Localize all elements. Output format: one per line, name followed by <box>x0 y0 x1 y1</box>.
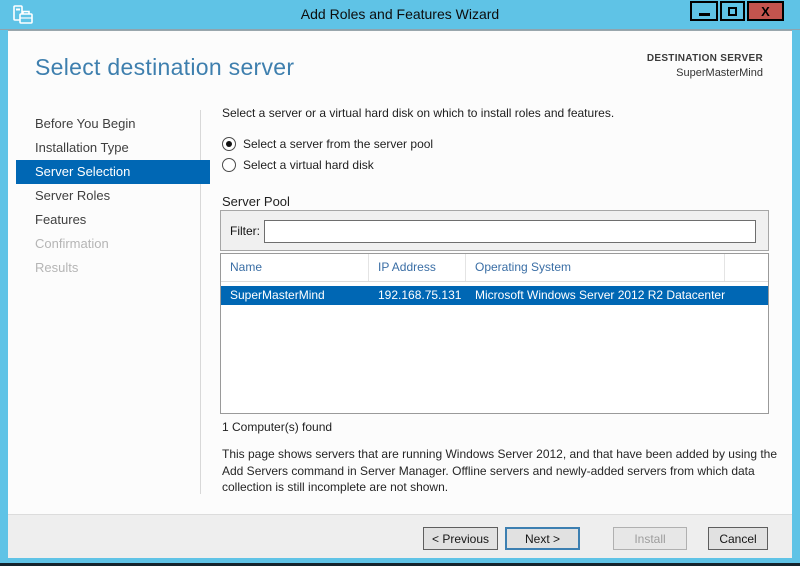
wizard-steps-nav: Before You Begin Installation Type Serve… <box>16 112 210 280</box>
radio-selected-icon <box>222 137 236 151</box>
page-description: This page shows servers that are running… <box>222 447 778 494</box>
radio-unselected-icon <box>222 158 236 172</box>
window-title: Add Roles and Features Wizard <box>300 6 500 22</box>
destination-server-block: DESTINATION SERVER SuperMasterMind <box>647 53 763 79</box>
filter-label: Filter: <box>230 224 260 238</box>
destination-server-label: DESTINATION SERVER <box>646 53 763 64</box>
sidebar-item-before-you-begin[interactable]: Before You Begin <box>16 112 210 136</box>
cell-name: SuperMasterMind <box>230 288 325 302</box>
close-button[interactable]: X <box>747 1 784 21</box>
computers-found-text: 1 Computer(s) found <box>222 420 333 434</box>
minimize-button[interactable] <box>690 1 718 21</box>
destination-server-value: SuperMasterMind <box>676 67 763 79</box>
sidebar-item-confirmation: Confirmation <box>35 236 109 251</box>
titlebar[interactable]: Add Roles and Features Wizard X <box>0 0 800 30</box>
install-button: Install <box>613 527 687 550</box>
sidebar-item-server-selection[interactable]: Server Selection <box>16 160 210 184</box>
sidebar-item-installation-type[interactable]: Installation Type <box>16 136 210 160</box>
server-pool-title: Server Pool <box>222 194 290 209</box>
close-icon: X <box>761 3 770 19</box>
server-pool-table: Name IP Address Operating System SuperMa… <box>220 253 769 414</box>
intro-text: Select a server or a virtual hard disk o… <box>222 106 615 120</box>
sidebar-item-features[interactable]: Features <box>16 208 210 232</box>
page-title: Select destination server <box>35 54 295 80</box>
radio-select-virtual-hard-disk[interactable]: Select a virtual hard disk <box>222 158 374 172</box>
filter-box: Filter: <box>220 210 769 251</box>
next-button[interactable]: Next > <box>505 527 580 550</box>
cell-operating-system: Microsoft Windows Server 2012 R2 Datacen… <box>475 288 726 302</box>
minimize-icon <box>698 12 710 16</box>
radio-select-server-from-pool[interactable]: Select a server from the server pool <box>222 137 433 151</box>
radio-label: Select a virtual hard disk <box>243 158 374 172</box>
table-header-row: Name IP Address Operating System <box>221 254 768 282</box>
wizard-window: Add Roles and Features Wizard X Select d… <box>0 0 800 566</box>
column-header-name[interactable]: Name <box>221 254 369 281</box>
cancel-button[interactable]: Cancel <box>708 527 768 550</box>
radio-label: Select a server from the server pool <box>243 137 434 151</box>
cell-ip-address: 192.168.75.131 <box>378 288 462 302</box>
sidebar-item-server-roles[interactable]: Server Roles <box>16 184 210 208</box>
column-header-ip-address[interactable]: IP Address <box>369 254 466 281</box>
sidebar-item-results: Results <box>35 260 79 275</box>
maximize-icon <box>728 6 737 16</box>
table-row-selected[interactable]: SuperMasterMind 192.168.75.131 Microsoft… <box>221 286 768 305</box>
column-header-blank <box>725 254 768 281</box>
previous-button[interactable]: < Previous <box>423 527 498 550</box>
maximize-button[interactable] <box>720 1 745 21</box>
filter-input[interactable] <box>264 220 756 243</box>
column-header-operating-system[interactable]: Operating System <box>466 254 725 281</box>
